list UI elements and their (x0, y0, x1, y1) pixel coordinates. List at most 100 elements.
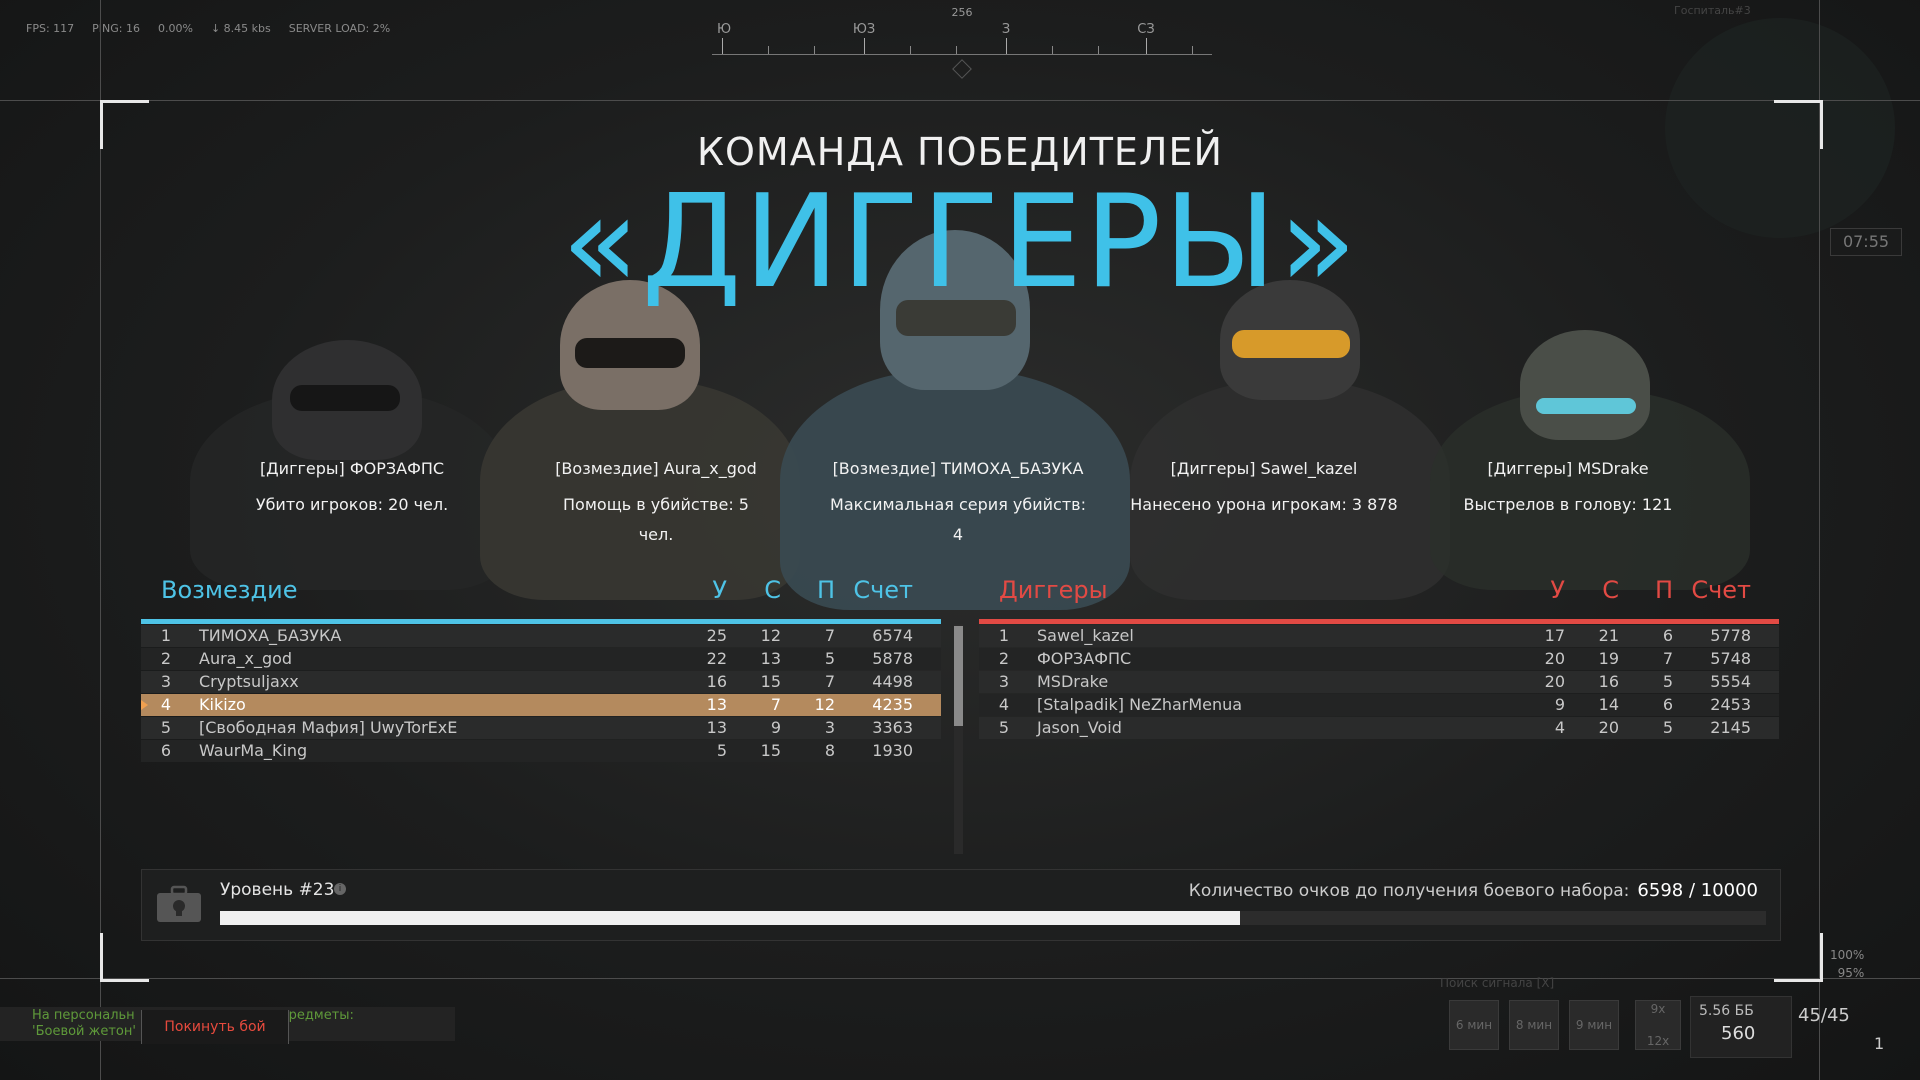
soldier-visor (575, 338, 685, 368)
row-a: 6 (1662, 626, 1673, 645)
award-card: [Возмездие] Aura_x_god Помощь в убийстве:… (536, 454, 776, 544)
award-stat: Помощь в убийстве: 5 чел. (563, 495, 749, 544)
row-player-name: [Свободная Мафия] UwyTorExE (199, 718, 458, 737)
column-header-d[interactable]: С (1579, 576, 1619, 604)
row-d: 20 (1598, 718, 1619, 737)
row-rank: 5 (998, 718, 1009, 737)
award-card: [Возмездие] ТИМОХА_БАЗУКА Максимальная се… (818, 454, 1098, 544)
table-row[interactable]: 4 Kikizo 13 7 12 4235 (141, 694, 941, 716)
info-icon[interactable]: i (334, 883, 346, 895)
row-a: 7 (824, 672, 835, 691)
frame-bottom-line (0, 978, 1920, 979)
row-player-name: WaurMa_King (199, 741, 308, 760)
column-header-d[interactable]: С (741, 576, 781, 604)
table-row[interactable]: 6 WaurMa_King 5 15 8 1930 (141, 740, 941, 762)
table-row[interactable]: 3 MSDrake 20 16 5 5554 (979, 671, 1779, 693)
row-a: 5 (1662, 672, 1673, 691)
briefcase-icon (157, 885, 201, 922)
row-d: 12 (760, 626, 781, 645)
ability-slots: 6 мин 8 мин 9 мин 9x 12x (1447, 1000, 1687, 1058)
scoreboard-scroll-thumb[interactable] (954, 626, 963, 726)
row-a: 7 (824, 626, 835, 645)
column-header-k[interactable]: У (687, 576, 727, 604)
row-d: 13 (760, 649, 781, 668)
row-a: 7 (1662, 649, 1673, 668)
row-score: 6574 (872, 626, 913, 645)
column-header-score[interactable]: Счет (843, 576, 913, 604)
award-player: [Диггеры] ФОРЗАФПС (259, 459, 445, 478)
table-row[interactable]: 2 Aura_x_god 22 13 5 5878 (141, 648, 941, 670)
frame-top-line (0, 100, 1920, 101)
row-k: 4 (1554, 718, 1565, 737)
soldier-helmet (1520, 330, 1650, 440)
row-k: 25 (706, 626, 727, 645)
row-k: 13 (706, 695, 727, 714)
row-k: 5 (716, 741, 727, 760)
row-player-name: [Stalpadik] NeZharMenua (1037, 695, 1243, 714)
team-header: Возмездие У С П Счет (141, 576, 941, 610)
table-row[interactable]: 3 Cryptsuljaxx 16 15 7 4498 (141, 671, 941, 693)
row-rank: 4 (160, 695, 171, 714)
row-d: 9 (770, 718, 781, 737)
table-row[interactable]: 1 Sawel_kazel 17 21 6 5778 (979, 625, 1779, 647)
column-header-score[interactable]: Счет (1681, 576, 1751, 604)
row-d: 15 (760, 672, 781, 691)
row-d: 14 (1598, 695, 1619, 714)
signal-search: Поиск сигнала [X] (1440, 976, 1555, 990)
column-header-a[interactable]: П (1633, 576, 1673, 604)
award-stat: Выстрелов в голову: 121 (1463, 495, 1673, 514)
scope-zoom: 9x (1650, 1002, 1666, 1016)
row-rank: 5 (160, 718, 171, 737)
armor-readout: 100% 95% (1830, 948, 1864, 980)
fps-readout: FPS: 117 (26, 22, 75, 35)
scope-zoom-alt: 12x (1646, 1034, 1670, 1048)
compass: 256 Ю ЮЗ З СЗ (712, 0, 1212, 80)
award-player: [Возмездие] Aura_x_god (555, 459, 757, 478)
row-player-name: Sawel_kazel (1037, 626, 1134, 645)
compass-label-sw: ЮЗ (852, 22, 876, 37)
table-row[interactable]: 5 [Свободная Мафия] UwyTorExE 13 9 3 3363 (141, 717, 941, 739)
row-d: 19 (1598, 649, 1619, 668)
row-score: 1930 (872, 741, 913, 760)
row-rank: 2 (998, 649, 1009, 668)
compass-label-nw: СЗ (1137, 22, 1155, 37)
leave-match-button[interactable]: Покинуть бой (141, 1010, 289, 1044)
team-header: Диггеры У С П Счет (979, 576, 1779, 610)
loss-readout: 0.00% (158, 22, 193, 35)
self-marker-icon (141, 700, 148, 710)
column-header-a[interactable]: П (795, 576, 835, 604)
ability-slot[interactable]: 9 мин (1569, 1000, 1619, 1050)
row-score: 4235 (872, 695, 913, 714)
row-rank: 6 (160, 741, 171, 760)
level-title: Уровень #23 (220, 880, 335, 900)
row-d: 21 (1598, 626, 1619, 645)
armor-value: 100% (1830, 948, 1865, 962)
row-player-name: ФОРЗАФПС (1037, 649, 1132, 668)
level-progress-bar (220, 911, 1766, 925)
row-k: 9 (1554, 695, 1565, 714)
level-points-label: Количество очков до получения боевого на… (1188, 881, 1630, 901)
ability-slot[interactable]: 6 мин (1449, 1000, 1499, 1050)
scope-slot[interactable]: 9x 12x (1635, 1000, 1681, 1050)
row-rank: 1 (160, 626, 171, 645)
row-d: 7 (770, 695, 781, 714)
row-score: 3363 (872, 718, 913, 737)
table-row[interactable]: 4 [Stalpadik] NeZharMenua 9 14 6 2453 (979, 694, 1779, 716)
table-row[interactable]: 5 Jason_Void 4 20 5 2145 (979, 717, 1779, 739)
table-row[interactable]: 1 ТИМОХА_БАЗУКА 25 12 7 6574 (141, 625, 941, 647)
row-player-name: MSDrake (1037, 672, 1109, 691)
ability-slot[interactable]: 8 мин (1509, 1000, 1559, 1050)
row-k: 16 (706, 672, 727, 691)
row-score: 2145 (1710, 718, 1751, 737)
row-a: 5 (824, 649, 835, 668)
server-load-readout: SERVER LOAD: 2% (288, 22, 391, 35)
traffic-readout: ↓ 8.45 kbs (210, 22, 271, 35)
chat-line: На персональн (32, 1008, 135, 1023)
award-stat: Максимальная серия убийств: 4 (830, 495, 1086, 544)
column-header-k[interactable]: У (1525, 576, 1565, 604)
compass-label-s: Ю (716, 22, 732, 37)
row-score: 5554 (1710, 672, 1751, 691)
table-row[interactable]: 2 ФОРЗАФПС 20 19 7 5748 (979, 648, 1779, 670)
award-card: [Диггеры] MSDrake Выстрелов в голову: 121 (1453, 454, 1683, 520)
row-a: 12 (814, 695, 835, 714)
